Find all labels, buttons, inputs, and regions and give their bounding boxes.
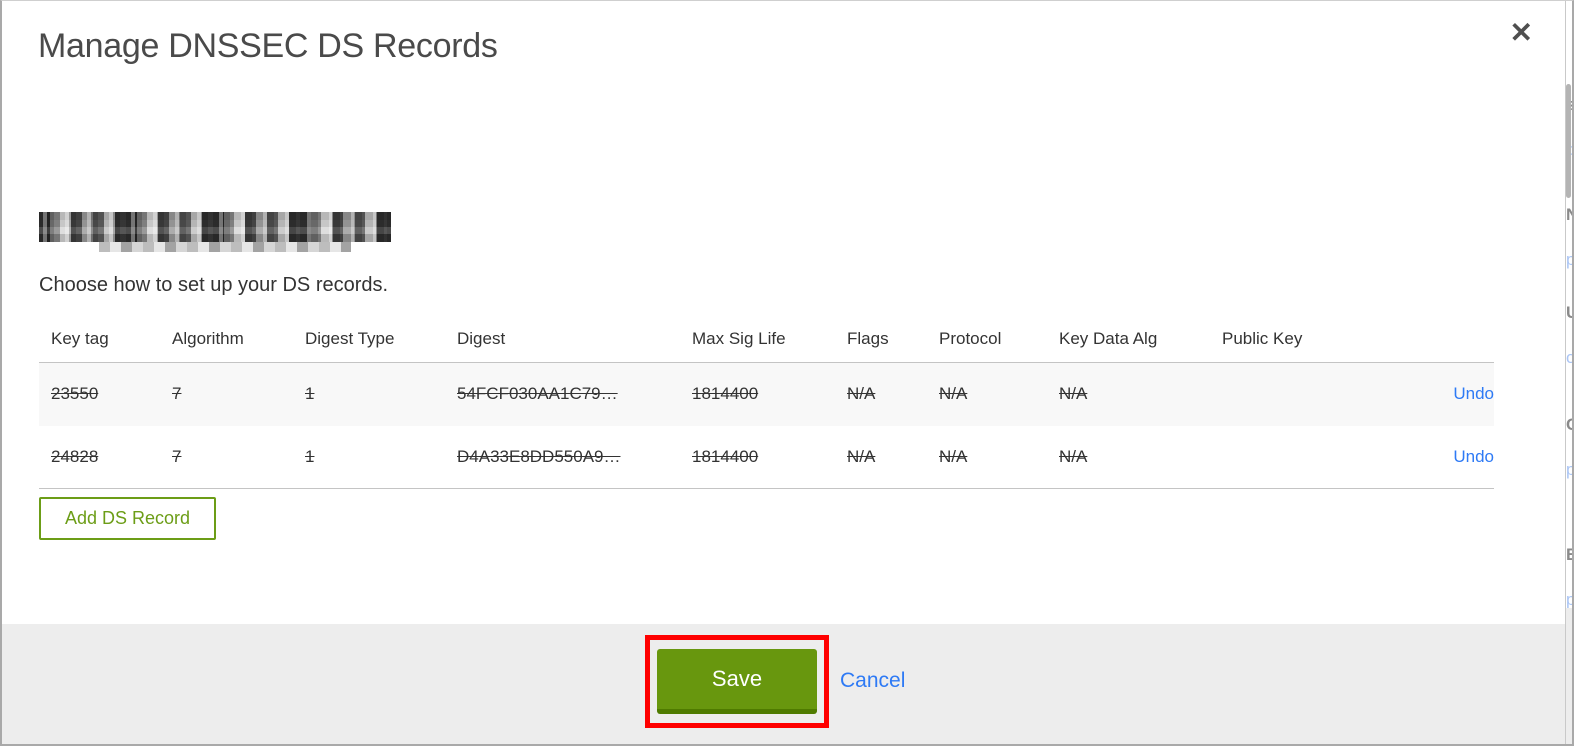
cell-max-sig-life: 1814400 — [680, 425, 835, 489]
cell-max-sig-life: 1814400 — [680, 362, 835, 426]
undo-link[interactable]: Undo — [1453, 384, 1494, 403]
cell-actions: Undo — [1400, 362, 1494, 426]
table-row: 23550 7 1 54FCF030AA1C79… 1814400 N/A N/… — [39, 362, 1494, 426]
cell-public-key — [1210, 425, 1400, 489]
col-header-protocol: Protocol — [927, 315, 1047, 363]
cell-actions: Undo — [1400, 425, 1494, 489]
scrollbar-thumb[interactable] — [1566, 84, 1571, 198]
cutoff-link-fragment: p — [1566, 251, 1572, 268]
instruction-text: Choose how to set up your DS records. — [39, 274, 389, 296]
cell-digest-type: 1 — [293, 362, 445, 426]
cell-algorithm: 7 — [160, 425, 293, 489]
col-header-public-key: Public Key — [1210, 315, 1400, 363]
screenshot-frame: ✕ Manage DNSSEC DS Records Choose how to… — [0, 0, 1574, 746]
cutoff-text-fragment: N — [1566, 206, 1572, 223]
save-button[interactable]: Save — [657, 649, 817, 714]
cell-digest: D4A33E8DD550A9… — [445, 425, 680, 489]
cutoff-text-fragment: U — [1566, 304, 1572, 321]
cutoff-link-fragment: o — [1566, 349, 1572, 366]
add-ds-record-button[interactable]: Add DS Record — [39, 497, 217, 540]
cell-flags: N/A — [835, 362, 927, 426]
manage-dnssec-dialog: ✕ Manage DNSSEC DS Records Choose how to… — [2, 1, 1566, 744]
col-header-digest: Digest — [445, 315, 680, 363]
cell-protocol: N/A — [927, 362, 1047, 426]
close-icon[interactable]: ✕ — [1510, 19, 1533, 47]
col-header-digest-type: Digest Type — [293, 315, 445, 363]
col-header-key-data-alg: Key Data Alg — [1047, 315, 1210, 363]
red-highlight-annotation: Save — [645, 635, 829, 728]
cell-key-tag: 23550 — [39, 362, 160, 426]
col-header-algorithm: Algorithm — [160, 315, 293, 363]
cutoff-text-fragment: E — [1566, 546, 1572, 563]
col-header-flags: Flags — [835, 315, 927, 363]
cell-key-data-alg: N/A — [1047, 425, 1210, 489]
cancel-link[interactable]: Cancel — [840, 669, 905, 693]
table-header-row: Key tag Algorithm Digest Type Digest Max… — [39, 315, 1494, 363]
col-header-max-sig-life: Max Sig Life — [680, 315, 835, 363]
cell-key-data-alg: N/A — [1047, 362, 1210, 426]
cutoff-text-fragment: C — [1566, 416, 1572, 433]
table-row: 24828 7 1 D4A33E8DD550A9… 1814400 N/A N/… — [39, 425, 1494, 489]
undo-link[interactable]: Undo — [1453, 447, 1494, 466]
cell-public-key — [1210, 362, 1400, 426]
cell-digest-type: 1 — [293, 425, 445, 489]
background-page-footer-edge — [1566, 608, 1572, 744]
cell-digest: 54FCF030AA1C79… — [445, 362, 680, 426]
cell-algorithm: 7 — [160, 362, 293, 426]
page-title: Manage DNSSEC DS Records — [38, 27, 498, 65]
col-header-key-tag: Key tag — [39, 315, 160, 363]
redacted-domain-name — [39, 212, 391, 252]
cell-flags: N/A — [835, 425, 927, 489]
cutoff-link-fragment: p — [1566, 591, 1572, 608]
ds-records-table: Key tag Algorithm Digest Type Digest Max… — [39, 315, 1494, 489]
cell-protocol: N/A — [927, 425, 1047, 489]
cell-key-tag: 24828 — [39, 425, 160, 489]
cutoff-link-fragment: p — [1566, 461, 1572, 478]
dialog-footer: Save Cancel — [2, 624, 1565, 744]
col-header-actions — [1400, 315, 1494, 363]
